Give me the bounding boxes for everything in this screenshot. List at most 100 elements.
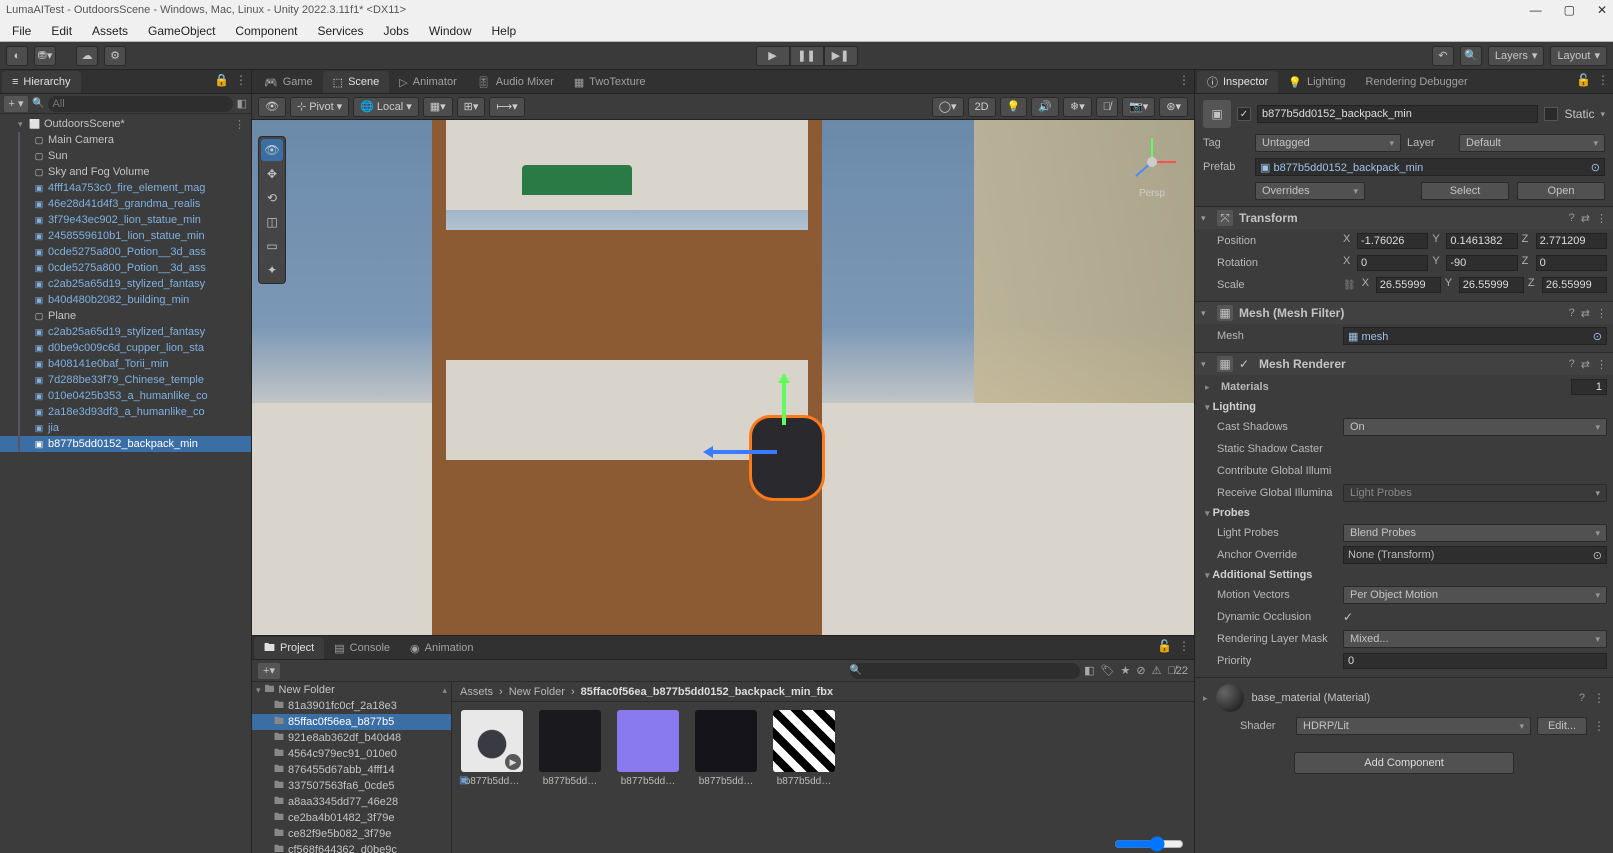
help-icon[interactable]: ? xyxy=(1569,307,1575,320)
hierarchy-item[interactable]: ▣d0be9c009c6d_cupper_lion_sta xyxy=(0,340,251,356)
object-icon[interactable]: ▣ xyxy=(1203,100,1231,128)
menu-help[interactable]: Help xyxy=(484,22,525,40)
open-prefab-button[interactable]: Open xyxy=(1517,182,1605,200)
context-menu-icon[interactable]: ⋮ xyxy=(1596,358,1607,371)
scale-y[interactable] xyxy=(1459,277,1524,293)
gizmos-dropdown[interactable]: ⊛▾ xyxy=(1159,97,1188,117)
preset-icon[interactable]: ⇄ xyxy=(1581,212,1590,225)
context-menu-icon[interactable]: ⋮ xyxy=(1596,212,1607,225)
link-scale-icon[interactable]: ⛓ xyxy=(1343,280,1356,291)
undo-history-icon[interactable]: ↶ xyxy=(1432,46,1454,66)
scale-x[interactable] xyxy=(1376,277,1441,293)
prefab-field[interactable]: ▣ b877b5dd0152_backpack_min⊙ xyxy=(1255,158,1605,176)
hierarchy-item[interactable]: ▣7d288be33f79_Chinese_temple xyxy=(0,372,251,388)
folder-item[interactable]: 🖿4564c979ec91_010e0 xyxy=(252,746,451,762)
rotation-x[interactable] xyxy=(1357,255,1428,271)
project-search[interactable] xyxy=(850,663,1080,679)
layers-dropdown[interactable]: Layers▾ xyxy=(1488,46,1545,66)
pivot-dropdown[interactable]: ⊹Pivot▾ xyxy=(290,97,349,117)
tab-lighting[interactable]: 💡Lighting xyxy=(1278,71,1355,93)
scene-visibility-icon[interactable]: 👁̸ xyxy=(1096,97,1118,117)
settings-icon[interactable]: ⚙ xyxy=(104,46,126,66)
rotate-tool-btn[interactable]: ⟲ xyxy=(261,187,283,209)
close-icon[interactable]: ✕ xyxy=(1597,3,1607,17)
object-name-field[interactable] xyxy=(1257,105,1538,123)
tab-game[interactable]: 🎮Game xyxy=(254,71,323,93)
anchor-field[interactable]: None (Transform)⊙ xyxy=(1343,546,1607,564)
tab-context-icon[interactable]: ⋮ xyxy=(1178,73,1190,87)
fx-toggle-icon[interactable]: ❄▾ xyxy=(1063,97,1092,117)
menu-gameobject[interactable]: GameObject xyxy=(140,22,223,40)
rendering-layer-dropdown[interactable]: Mixed...▾ xyxy=(1343,630,1607,648)
2d-toggle[interactable]: 2D xyxy=(968,97,996,117)
persp-label[interactable]: Persp xyxy=(1122,188,1182,199)
tag-dropdown[interactable]: Untagged▾ xyxy=(1255,134,1401,152)
hierarchy-item[interactable]: ▣b40d480b2082_building_min xyxy=(0,292,251,308)
play-button[interactable]: ▶ xyxy=(756,46,790,66)
tab-twotexture[interactable]: ▦TwoTexture xyxy=(564,71,656,93)
scene-root[interactable]: ▾ ⬜ OutdoorsScene* ⋮ xyxy=(0,116,251,132)
scene-picker-icon[interactable]: ◧ xyxy=(237,97,247,110)
position-z[interactable] xyxy=(1536,233,1607,249)
help-icon[interactable]: ? xyxy=(1569,212,1575,225)
breadcrumb-item[interactable]: Assets xyxy=(460,686,493,698)
mesh-field[interactable]: ▦ mesh⊙ xyxy=(1343,327,1607,345)
hierarchy-item[interactable]: ▢Plane xyxy=(0,308,251,324)
project-create-dropdown[interactable]: +▾ xyxy=(258,663,280,679)
lock-icon[interactable]: 🔒 xyxy=(214,73,229,87)
tab-scene[interactable]: ⬚Scene xyxy=(323,71,390,93)
folder-item[interactable]: 🖿81a3901fc0cf_2a18e3 xyxy=(252,698,451,714)
folder-item[interactable]: 🖿921e8ab362df_b40d48 xyxy=(252,730,451,746)
locate-icon[interactable]: ⊙ xyxy=(1591,161,1600,174)
position-x[interactable] xyxy=(1357,233,1428,249)
hierarchy-item[interactable]: ▢Main Camera xyxy=(0,132,251,148)
hierarchy-item[interactable]: ▣0cde5275a800_Potion__3d_ass xyxy=(0,260,251,276)
hierarchy-item[interactable]: ▣c2ab25a65d19_stylized_fantasy xyxy=(0,324,251,340)
breadcrumb-item[interactable]: New Folder xyxy=(509,686,565,698)
manage-icon[interactable]: ⛃▾ xyxy=(34,46,56,66)
context-menu-icon[interactable]: ⋮ xyxy=(235,73,247,87)
snap-settings-icon[interactable]: ⟼▾ xyxy=(489,97,524,117)
hierarchy-item[interactable]: ▣b408141e0baf_Torii_min xyxy=(0,356,251,372)
folder-root[interactable]: ▾ 🖿 New Folder ▴ xyxy=(252,682,451,698)
thumbnail-size-slider[interactable] xyxy=(1114,836,1184,852)
hierarchy-item[interactable]: ▣jia xyxy=(0,420,251,436)
hierarchy-item[interactable]: ▣46e28d41d4f3_grandma_realis xyxy=(0,196,251,212)
folder-item[interactable]: 🖿85ffac0f56ea_b877b5 xyxy=(252,714,451,730)
account-icon[interactable]: ◐ xyxy=(6,46,28,66)
renderer-enabled-checkbox[interactable]: ✓ xyxy=(1239,357,1253,371)
context-menu-icon[interactable]: ⋮ xyxy=(1597,73,1609,87)
rotation-z[interactable] xyxy=(1536,255,1607,271)
lock-icon[interactable]: 🔓 xyxy=(1576,73,1591,87)
asset-item[interactable]: b877b5dd… xyxy=(538,710,602,787)
move-gizmo-x-icon[interactable] xyxy=(707,450,777,454)
transform-tool-btn[interactable]: ✦ xyxy=(261,259,283,281)
tab-hierarchy[interactable]: ≡ Hierarchy xyxy=(2,71,81,93)
tab-console[interactable]: ▤Console xyxy=(324,637,400,659)
step-button[interactable]: ▶❚ xyxy=(824,46,858,66)
preset-icon[interactable]: ⇄ xyxy=(1581,358,1590,371)
context-menu-icon[interactable]: ⋮ xyxy=(1596,307,1607,320)
layer-dropdown[interactable]: Default▾ xyxy=(1459,134,1605,152)
snap-increment-icon[interactable]: ⊞▾ xyxy=(457,97,486,117)
minimize-icon[interactable]: — xyxy=(1530,3,1542,17)
rect-tool-btn[interactable]: ▭ xyxy=(261,235,283,257)
context-menu-icon[interactable]: ⋮ xyxy=(1593,719,1605,733)
pause-button[interactable]: ❚❚ xyxy=(790,46,824,66)
hierarchy-item[interactable]: ▣3f79e43ec902_lion_statue_min xyxy=(0,212,251,228)
maximize-icon[interactable]: ▢ xyxy=(1564,3,1575,17)
scene-viewport[interactable]: 👁 ✥ ⟲ ◫ ▭ ✦ Persp xyxy=(252,120,1194,635)
edit-shader-button[interactable]: Edit... xyxy=(1537,717,1587,735)
hierarchy-item[interactable]: ▢Sky and Fog Volume xyxy=(0,164,251,180)
dynamic-occlusion-checkbox[interactable]: ✓ xyxy=(1343,610,1353,624)
scene-context-icon[interactable]: ⋮ xyxy=(234,118,245,131)
tab-animation[interactable]: ◉Animation xyxy=(400,637,484,659)
context-menu-icon[interactable]: ⋮ xyxy=(1593,691,1605,705)
search-by-label-icon[interactable]: 🏷 xyxy=(1101,664,1115,677)
play-overlay-icon[interactable]: ▶ xyxy=(505,754,521,770)
draw-mode-icon[interactable]: ◯▾ xyxy=(932,97,964,117)
move-gizmo-y-icon[interactable] xyxy=(782,375,786,425)
hierarchy-search[interactable] xyxy=(48,96,232,112)
local-dropdown[interactable]: 🌐Local▾ xyxy=(353,97,419,117)
search-icon[interactable]: 🔍 xyxy=(1460,46,1482,66)
